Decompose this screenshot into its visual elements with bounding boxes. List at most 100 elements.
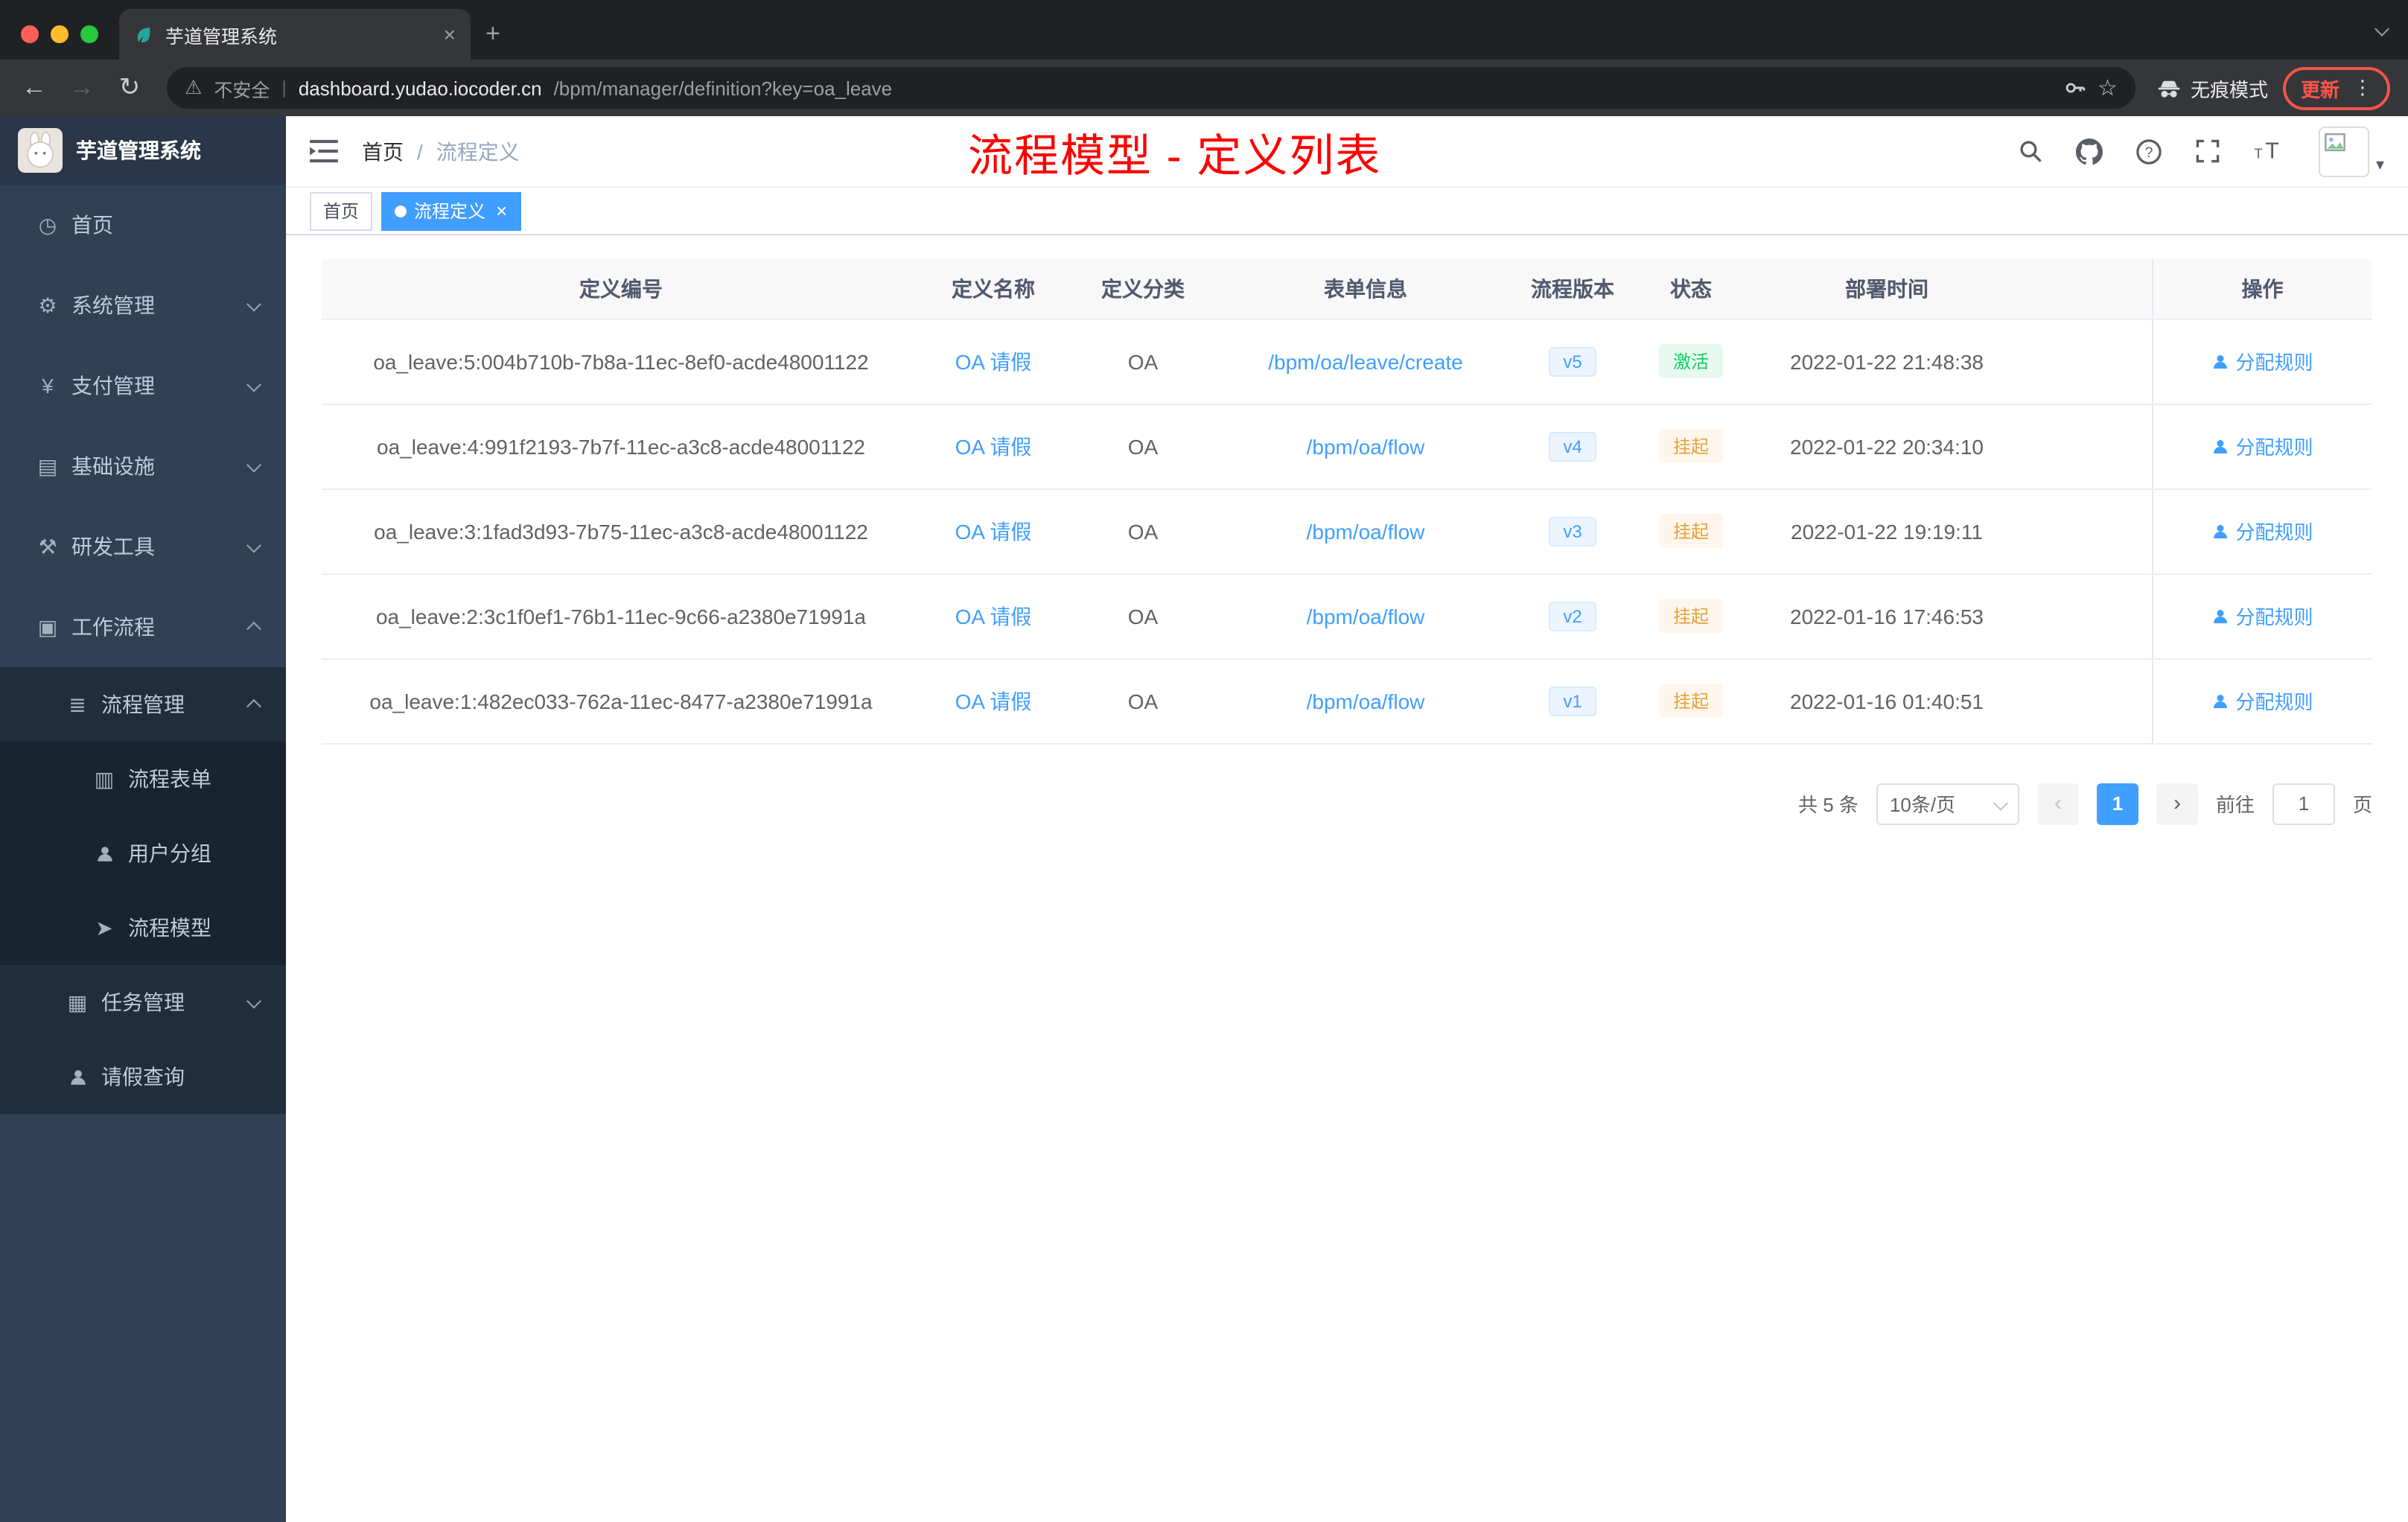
chevron-down-icon bbox=[1993, 796, 2008, 811]
page-number-button[interactable]: 1 bbox=[2096, 783, 2138, 824]
sidebar-item-leave-query[interactable]: 请假查询 bbox=[0, 1039, 286, 1114]
sidebar-item-payment[interactable]: ¥ 支付管理 bbox=[0, 346, 286, 426]
chevron-down-icon[interactable]: ▾ bbox=[2376, 154, 2384, 173]
assign-rule-link[interactable]: 分配规则 bbox=[2211, 517, 2313, 545]
chevron-down-icon bbox=[246, 296, 261, 312]
form-info-link[interactable]: /bpm/oa/leave/create bbox=[1268, 349, 1463, 373]
security-label[interactable]: 不安全 bbox=[214, 74, 270, 102]
forward-button[interactable]: → bbox=[66, 73, 98, 103]
assign-rule-link[interactable]: 分配规则 bbox=[2211, 347, 2313, 375]
definition-name-link[interactable]: OA 请假 bbox=[955, 604, 1032, 628]
prev-page-button[interactable]: ‹ bbox=[2036, 783, 2079, 824]
tab-close-icon[interactable]: × bbox=[444, 22, 456, 46]
gear-icon: ⚙ bbox=[38, 293, 57, 316]
jump-suffix: 页 bbox=[2352, 794, 2372, 816]
browser-menu-kebab-icon[interactable]: ⋮ bbox=[2353, 76, 2372, 100]
cell-category: OA bbox=[1066, 658, 1220, 744]
cell-deploy-time: 2022-01-16 17:46:53 bbox=[1748, 573, 2025, 659]
sidebar-item-label: 研发工具 bbox=[71, 535, 155, 558]
briefcase-icon: ▣ bbox=[37, 614, 58, 638]
pagination-total: 共 5 条 bbox=[1798, 794, 1858, 816]
sidebar-item-label: 流程表单 bbox=[128, 767, 211, 791]
sidebar-item-process-form[interactable]: ▥ 流程表单 bbox=[0, 742, 286, 816]
browser-update-chip[interactable]: 更新 ⋮ bbox=[2282, 66, 2390, 109]
new-tab-button[interactable]: + bbox=[485, 19, 500, 49]
chevron-down-icon bbox=[246, 538, 261, 553]
table-row: oa_leave:2:3c1f0ef1-76b1-11ec-9c66-a2380… bbox=[322, 573, 2372, 659]
address-bar[interactable]: ⚠ 不安全 | dashboard.yudao.iocoder.cn /bpm/… bbox=[167, 67, 2135, 109]
cell-definition-id: oa_leave:1:482ec033-762a-11ec-8477-a2380… bbox=[322, 658, 920, 744]
breadcrumb-current: 流程定义 bbox=[436, 139, 520, 163]
reload-button[interactable]: ↻ bbox=[113, 73, 146, 103]
sidebar-item-process-model[interactable]: ➤ 流程模型 bbox=[0, 891, 286, 965]
url-separator: | bbox=[281, 77, 287, 98]
sidebar-item-label: 任务管理 bbox=[101, 990, 185, 1014]
user-icon bbox=[2214, 439, 2228, 453]
definition-name-link[interactable]: OA 请假 bbox=[955, 689, 1032, 713]
fullscreen-icon[interactable] bbox=[2196, 138, 2221, 164]
list-icon: ≣ bbox=[69, 692, 86, 716]
tag-close-icon[interactable]: × bbox=[496, 200, 507, 222]
send-icon: ➤ bbox=[95, 915, 113, 939]
sidebar-item-task-management[interactable]: ▦ 任务管理 bbox=[0, 965, 286, 1039]
app-logo[interactable]: 芋道管理系统 bbox=[0, 116, 286, 185]
next-page-button[interactable]: › bbox=[2156, 783, 2198, 824]
help-icon[interactable]: ? bbox=[2136, 138, 2163, 165]
cell-category: OA bbox=[1066, 404, 1220, 489]
broken-image-icon bbox=[2325, 132, 2346, 151]
sidebar: 芋道管理系统 ◷ 首页 ⚙ 系统管理 ¥ 支付管理 ▤ 基础设施 ⚒ 研发工具 … bbox=[0, 116, 286, 1522]
tag-process-definition[interactable]: 流程定义 × bbox=[381, 191, 521, 230]
avatar[interactable] bbox=[2319, 126, 2370, 176]
active-dot-icon bbox=[395, 205, 407, 217]
user-avatar-menu[interactable]: ▾ bbox=[2319, 126, 2384, 176]
sidebar-toggle-icon[interactable] bbox=[310, 138, 338, 164]
search-icon[interactable] bbox=[2019, 138, 2044, 164]
breadcrumb-separator: / bbox=[417, 139, 423, 163]
github-icon[interactable] bbox=[2076, 138, 2103, 165]
cell-deploy-time: 2022-01-22 20:34:10 bbox=[1748, 404, 2025, 489]
sidebar-item-workflow[interactable]: ▣ 工作流程 bbox=[0, 587, 286, 667]
navbar-icons: ? TT ▾ bbox=[2019, 126, 2384, 176]
cell-filler bbox=[2025, 404, 2152, 489]
tab-search-chevron-icon[interactable] bbox=[2374, 15, 2389, 42]
col-definition-category: 定义分类 bbox=[1066, 259, 1220, 319]
assign-rule-link[interactable]: 分配规则 bbox=[2211, 602, 2313, 630]
tab-title: 芋道管理系统 bbox=[165, 26, 278, 47]
bookmark-star-icon[interactable]: ☆ bbox=[2098, 74, 2118, 101]
user-icon bbox=[2214, 354, 2228, 368]
window-minimize-button[interactable] bbox=[51, 25, 69, 43]
definition-name-link[interactable]: OA 请假 bbox=[955, 349, 1032, 373]
sidebar-item-devtools[interactable]: ⚒ 研发工具 bbox=[0, 506, 286, 587]
definition-name-link[interactable]: OA 请假 bbox=[955, 519, 1032, 543]
status-badge: 挂起 bbox=[1659, 684, 1722, 718]
jump-page-input[interactable] bbox=[2272, 783, 2335, 824]
pagination: 共 5 条 10条/页 ‹ 1 › 前往 页 bbox=[322, 783, 2372, 824]
cell-filler bbox=[2025, 488, 2152, 574]
browser-tab[interactable]: 芋道管理系统 × bbox=[119, 9, 471, 60]
sidebar-item-home[interactable]: ◷ 首页 bbox=[0, 185, 286, 265]
back-button[interactable]: ← bbox=[18, 73, 51, 103]
chevron-up-icon bbox=[246, 621, 261, 637]
sidebar-item-system[interactable]: ⚙ 系统管理 bbox=[0, 265, 286, 346]
breadcrumb-home[interactable]: 首页 bbox=[362, 136, 404, 166]
cell-definition-id: oa_leave:3:1fad3d93-7b75-11ec-a3c8-acde4… bbox=[322, 488, 920, 574]
font-size-icon[interactable]: TT bbox=[2254, 138, 2287, 164]
sidebar-item-process-management[interactable]: ≣ 流程管理 bbox=[0, 667, 286, 742]
password-key-icon[interactable] bbox=[2062, 76, 2086, 100]
version-tag: v1 bbox=[1548, 686, 1597, 716]
sidebar-item-infrastructure[interactable]: ▤ 基础设施 bbox=[0, 426, 286, 506]
form-info-link[interactable]: /bpm/oa/flow bbox=[1307, 604, 1425, 628]
update-label[interactable]: 更新 bbox=[2301, 74, 2339, 102]
tag-home[interactable]: 首页 bbox=[310, 191, 373, 230]
form-info-link[interactable]: /bpm/oa/flow bbox=[1307, 434, 1425, 458]
window-close-button[interactable] bbox=[21, 25, 39, 43]
assign-rule-link[interactable]: 分配规则 bbox=[2211, 687, 2313, 715]
col-operation: 操作 bbox=[2151, 259, 2372, 319]
page-size-select[interactable]: 10条/页 bbox=[1876, 783, 2019, 824]
window-maximize-button[interactable] bbox=[80, 25, 98, 43]
definition-name-link[interactable]: OA 请假 bbox=[955, 434, 1032, 458]
form-info-link[interactable]: /bpm/oa/flow bbox=[1307, 689, 1425, 713]
sidebar-item-user-group[interactable]: 用户分组 bbox=[0, 816, 286, 891]
form-info-link[interactable]: /bpm/oa/flow bbox=[1307, 519, 1425, 543]
assign-rule-link[interactable]: 分配规则 bbox=[2211, 432, 2313, 460]
